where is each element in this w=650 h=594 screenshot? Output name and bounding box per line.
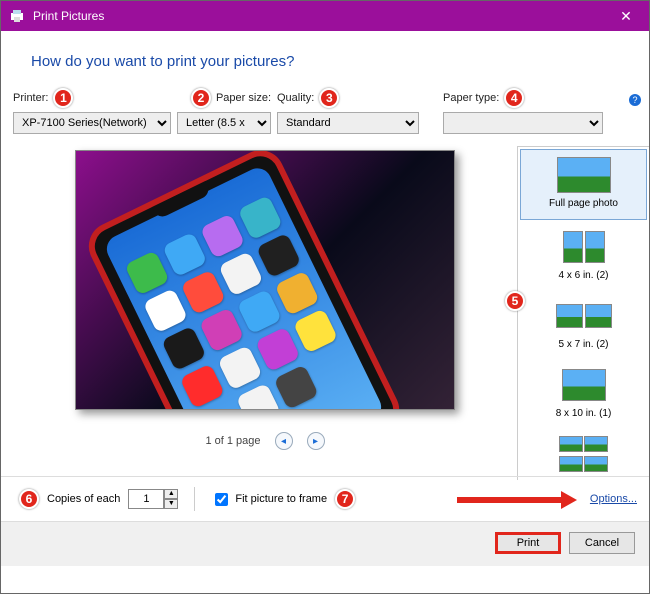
title-bar: Print Pictures ✕ — [1, 1, 649, 31]
layout-full-page[interactable]: Full page photo — [520, 149, 647, 220]
printer-label: Printer: — [13, 92, 48, 104]
copies-label: Copies of each — [47, 493, 120, 505]
quality-label: Quality: — [277, 92, 314, 104]
printer-select[interactable]: XP-7100 Series(Network) — [13, 112, 171, 134]
cancel-button[interactable]: Cancel — [569, 532, 635, 554]
close-button[interactable]: ✕ — [603, 1, 649, 31]
options-link[interactable]: Options... — [590, 493, 637, 505]
next-page-button[interactable]: ▸ — [307, 432, 325, 450]
printer-icon — [9, 8, 25, 24]
layout-label: 8 x 10 in. (1) — [520, 408, 647, 419]
badge-3: 3 — [319, 88, 339, 108]
badge-4: 4 — [504, 88, 524, 108]
layout-label: Full page photo — [523, 198, 644, 209]
badge-7: 7 — [335, 489, 355, 509]
layout-label: 5 x 7 in. (2) — [520, 339, 647, 350]
settings-row: Printer: 1 XP-7100 Series(Network) 2 Pap… — [1, 88, 649, 140]
badge-6: 6 — [19, 489, 39, 509]
paper-type-select[interactable] — [443, 112, 603, 134]
help-icon[interactable]: ? — [629, 94, 641, 106]
preview-pane: 1 of 1 page ◂ ▸ — [13, 146, 517, 476]
main-area: 1 of 1 page ◂ ▸ Full page photo 4 x 6 in… — [1, 140, 649, 476]
layout-list[interactable]: Full page photo 4 x 6 in. (2) 5 x 7 in. … — [517, 146, 649, 480]
page-navigation: 1 of 1 page ◂ ▸ — [205, 432, 324, 450]
copies-input[interactable] — [128, 489, 164, 509]
layout-8x10[interactable]: 8 x 10 in. (1) — [518, 360, 649, 429]
quality-select[interactable]: Standard — [277, 112, 419, 134]
badge-5: 5 — [505, 291, 525, 311]
copies-down-button[interactable]: ▼ — [164, 499, 178, 509]
layout-5x7[interactable]: 5 x 7 in. (2) — [518, 291, 649, 360]
page-indicator: 1 of 1 page — [205, 435, 260, 447]
divider — [194, 487, 195, 511]
preview-image — [75, 150, 455, 410]
button-row: Print Cancel — [1, 521, 649, 566]
layout-4x6[interactable]: 4 x 6 in. (2) — [518, 222, 649, 291]
heading-text: How do you want to print your pictures? — [1, 31, 649, 88]
paper-type-label: Paper type: — [443, 92, 499, 104]
badge-2: 2 — [191, 88, 211, 108]
layout-label: 4 x 6 in. (2) — [520, 270, 647, 281]
paper-size-select[interactable]: Letter (8.5 x — [177, 112, 271, 134]
fit-frame-label: Fit picture to frame — [235, 493, 327, 505]
copies-stepper[interactable]: ▲ ▼ — [128, 489, 178, 509]
paper-size-label: Paper size: — [216, 92, 271, 104]
prev-page-button[interactable]: ◂ — [275, 432, 293, 450]
fit-frame-checkbox[interactable] — [215, 493, 228, 506]
badge-1: 1 — [53, 88, 73, 108]
print-button[interactable]: Print — [495, 532, 561, 554]
annotation-arrow-icon — [457, 491, 577, 509]
copies-up-button[interactable]: ▲ — [164, 489, 178, 499]
bottom-options-row: 6 Copies of each ▲ ▼ Fit picture to fram… — [1, 476, 649, 521]
window-title: Print Pictures — [33, 9, 603, 23]
layout-more[interactable] — [518, 429, 649, 480]
